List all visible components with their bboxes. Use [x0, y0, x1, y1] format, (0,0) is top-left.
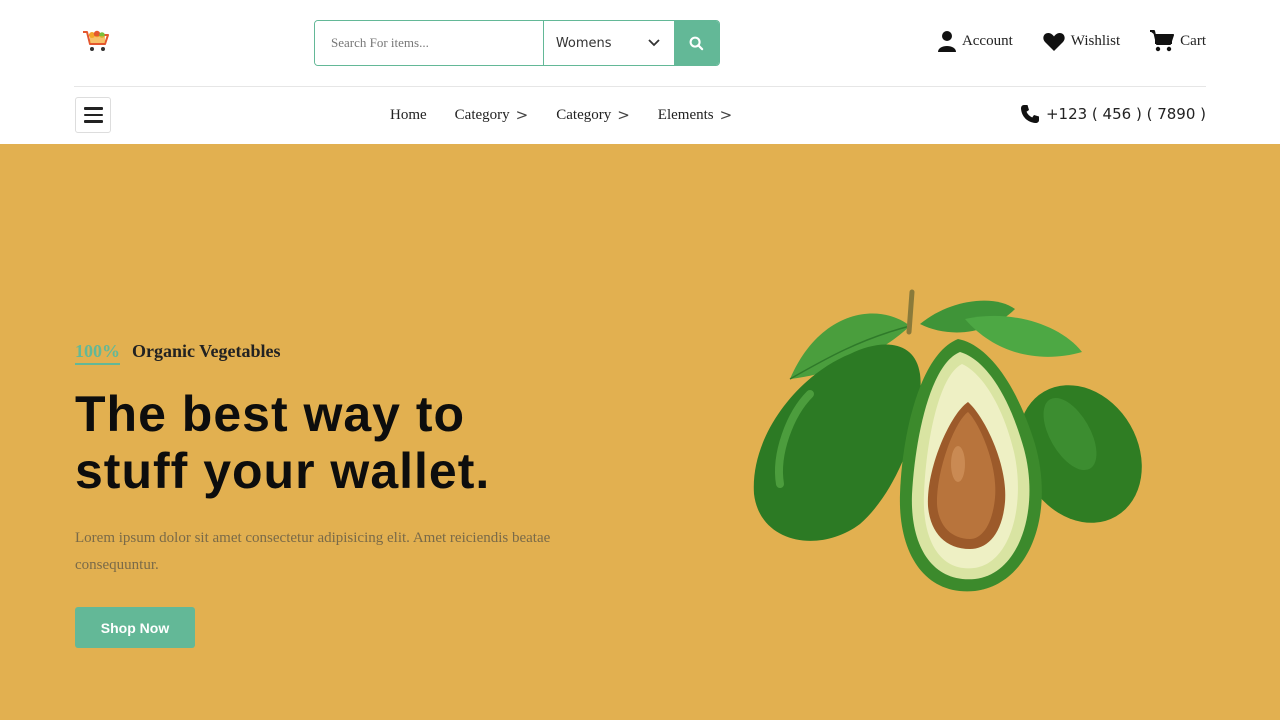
search-bar: Womens [314, 20, 720, 66]
hamburger-menu-button[interactable] [75, 97, 111, 133]
nav-link-label: Home [390, 106, 427, 123]
phone-number: +123 ( 456 ) ( 7890 ) [1045, 105, 1206, 123]
hero-headline: The best way to stuff your wallet. [75, 386, 635, 500]
nav-link-label: Category [556, 106, 612, 123]
nav-link-home[interactable]: Home [390, 106, 427, 124]
nav-links: Home Category > Category > Elements > [390, 106, 732, 124]
category-select-value: Womens [555, 35, 612, 51]
hero-tag-percent: 100% [75, 341, 120, 365]
chevron-right-icon: > [719, 106, 733, 124]
logo[interactable] [80, 27, 112, 55]
search-input[interactable] [315, 21, 543, 65]
nav-link-label: Elements [657, 106, 714, 123]
hero-banner: 100% Organic Vegetables The best way to … [0, 144, 1280, 720]
nav-link-elements[interactable]: Elements > [658, 106, 732, 124]
nav-link-label: Category [454, 106, 510, 123]
cart-logo-icon [83, 30, 109, 51]
top-header: Womens Account Wishlist [0, 0, 1280, 86]
avocado-image [753, 289, 1142, 592]
hero-tagline: 100% Organic Vegetables [75, 341, 281, 365]
cart-link[interactable]: Cart [1150, 30, 1206, 52]
phone-icon [1020, 105, 1039, 123]
phone-contact[interactable]: +123 ( 456 ) ( 7890 ) [1020, 104, 1206, 124]
shop-now-button[interactable]: Shop Now [75, 607, 195, 648]
hero-description: Lorem ipsum dolor sit amet consectetur a… [75, 530, 551, 573]
hero-tag-text: Organic Vegetables [132, 341, 281, 361]
chevron-right-icon: > [515, 106, 529, 124]
hamburger-icon [83, 107, 103, 110]
cart-label: Cart [1180, 32, 1206, 49]
heart-icon [1043, 32, 1065, 51]
wishlist-link[interactable]: Wishlist [1043, 32, 1120, 51]
nav-link-category[interactable]: Category > [455, 106, 529, 124]
wishlist-label: Wishlist [1070, 32, 1121, 49]
category-select[interactable]: Womens [542, 21, 674, 65]
hero-headline-line1: The best way to [75, 386, 466, 442]
cart-icon [1150, 30, 1175, 52]
header-actions: Account Wishlist Cart [937, 30, 1206, 52]
search-button[interactable] [674, 21, 719, 65]
nav-link-category-2[interactable]: Category > [556, 106, 630, 124]
hero-headline-line2: stuff your wallet. [75, 443, 491, 499]
account-link[interactable]: Account [937, 30, 1013, 52]
hamburger-icon-bar [83, 120, 103, 123]
user-icon [937, 31, 956, 52]
main-nav: Home Category > Category > Elements > +1… [0, 87, 1280, 144]
chevron-right-icon: > [617, 106, 630, 124]
account-label: Account [961, 32, 1013, 49]
search-icon [689, 36, 704, 50]
chevron-down-icon [648, 39, 660, 47]
hamburger-icon-bar [83, 113, 103, 117]
